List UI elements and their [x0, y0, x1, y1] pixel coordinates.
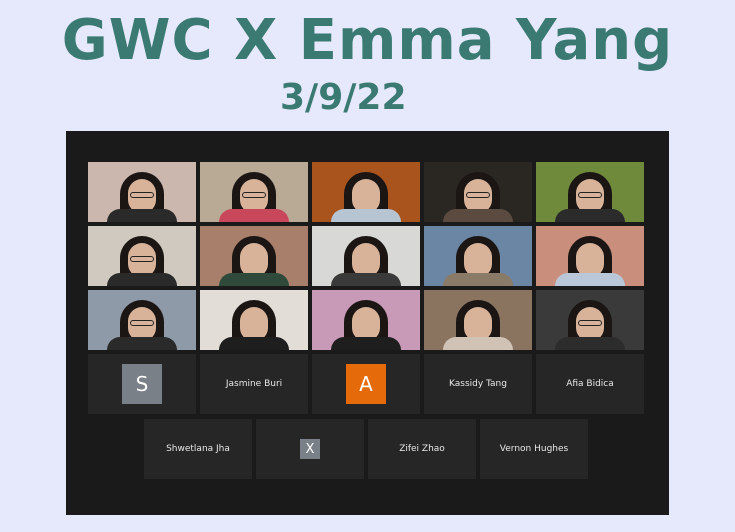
participant-video-tile[interactable]	[88, 290, 196, 350]
participant-video-tile[interactable]	[536, 290, 644, 350]
initial-avatar: A	[346, 364, 386, 404]
participant-video-tile[interactable]	[88, 226, 196, 286]
shoulders	[555, 209, 625, 222]
participant-figure	[331, 166, 401, 222]
participant-avatar-tile[interactable]: X	[256, 419, 364, 479]
participant-video-tile[interactable]	[424, 290, 532, 350]
participant-figure	[555, 166, 625, 222]
participant-name-tile[interactable]: Jasmine Buri	[200, 354, 308, 414]
face	[352, 243, 380, 277]
participant-figure	[555, 294, 625, 350]
participant-name: Shwetlana Jha	[166, 444, 230, 454]
participant-video-tile[interactable]	[200, 226, 308, 286]
initial-avatar: S	[122, 364, 162, 404]
glasses	[130, 256, 154, 262]
participant-video-tile[interactable]	[200, 162, 308, 222]
glasses	[578, 192, 602, 198]
participant-name: Zifei Zhao	[399, 444, 445, 454]
shoulders	[443, 273, 513, 286]
face	[240, 243, 268, 277]
shoulders	[443, 209, 513, 222]
participant-figure	[443, 230, 513, 286]
glasses	[130, 320, 154, 326]
participant-video-tile[interactable]	[200, 290, 308, 350]
participant-avatar-tile[interactable]: S	[88, 354, 196, 414]
participant-figure	[107, 294, 177, 350]
participant-name-tile[interactable]: Shwetlana Jha	[144, 419, 252, 479]
glasses	[130, 192, 154, 198]
participant-name-tile[interactable]: Zifei Zhao	[368, 419, 476, 479]
shoulders	[107, 337, 177, 350]
event-date: 3/9/22	[280, 77, 407, 118]
participant-name: Kassidy Tang	[449, 379, 507, 389]
participant-name-tile[interactable]: Afia Bidica	[536, 354, 644, 414]
participant-figure	[219, 166, 289, 222]
participant-figure	[331, 230, 401, 286]
participant-figure	[219, 230, 289, 286]
shoulders	[219, 273, 289, 286]
shoulders	[555, 337, 625, 350]
participant-figure	[443, 166, 513, 222]
participant-name-tile[interactable]: Kassidy Tang	[424, 354, 532, 414]
shoulders	[331, 209, 401, 222]
shoulders	[219, 337, 289, 350]
zoom-gallery-view: S Jasmine Buri A Kassidy Tang Afia Bidica Shw…	[66, 131, 669, 515]
participant-video-tile[interactable]	[536, 162, 644, 222]
shoulders	[107, 209, 177, 222]
initial-avatar: X	[300, 439, 320, 459]
glasses	[242, 192, 266, 198]
face	[464, 307, 492, 341]
shoulders	[331, 273, 401, 286]
participant-avatar-tile[interactable]: A	[312, 354, 420, 414]
event-title: GWC X Emma Yang	[61, 8, 674, 73]
shoulders	[443, 337, 513, 350]
glasses	[578, 320, 602, 326]
shoulders	[219, 209, 289, 222]
participant-name: Jasmine Buri	[225, 379, 283, 389]
face	[464, 243, 492, 277]
participant-figure	[443, 294, 513, 350]
participant-video-tile[interactable]	[312, 290, 420, 350]
glasses	[466, 192, 490, 198]
participant-video-tile[interactable]	[424, 226, 532, 286]
shoulders	[331, 337, 401, 350]
shoulders	[555, 273, 625, 286]
shoulders	[107, 273, 177, 286]
participant-video-tile[interactable]	[536, 226, 644, 286]
participant-figure	[107, 166, 177, 222]
participant-figure	[219, 294, 289, 350]
participant-video-tile[interactable]	[312, 226, 420, 286]
participant-video-tile[interactable]	[312, 162, 420, 222]
participant-video-tile[interactable]	[88, 162, 196, 222]
participant-name-tile[interactable]: Vernon Hughes	[480, 419, 588, 479]
face	[352, 307, 380, 341]
face	[352, 179, 380, 213]
participant-figure	[107, 230, 177, 286]
participant-name: Vernon Hughes	[499, 444, 569, 454]
face	[576, 243, 604, 277]
participant-figure	[555, 230, 625, 286]
participant-name: Afia Bidica	[566, 379, 614, 389]
participant-video-tile[interactable]	[424, 162, 532, 222]
participant-figure	[331, 294, 401, 350]
face	[240, 307, 268, 341]
